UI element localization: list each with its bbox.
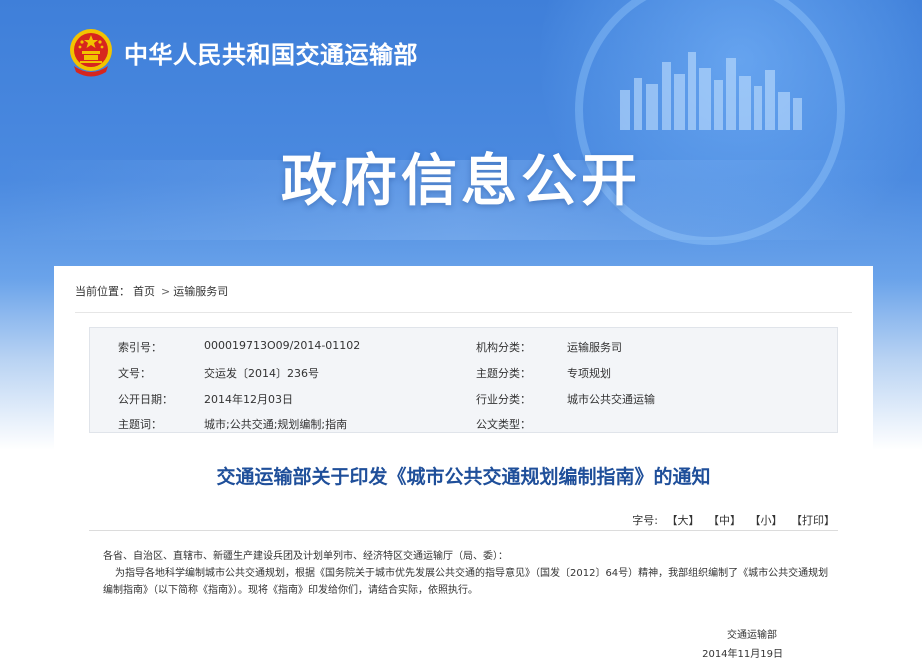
ministry-name: 中华人民共和国交通运输部 <box>124 40 418 69</box>
publish-date-value: 2014年12月03日 <box>204 393 293 406</box>
breadcrumb: 当前位置： 首页 > 运输服务司 <box>75 283 231 299</box>
font-size-medium-button[interactable]: 【中】 <box>708 514 741 527</box>
font-size-toolbar: 字号: 【大】 【中】 【小】 【打印】 <box>632 512 835 528</box>
national-emblem-icon <box>70 29 112 77</box>
divider <box>75 312 852 313</box>
breadcrumb-home-link[interactable]: 首页 <box>133 285 155 298</box>
signoff-date: 2014年11月19日 <box>702 649 783 660</box>
city-skyline-icon <box>620 52 802 130</box>
industry-category-label: 行业分类： <box>476 393 531 406</box>
content-card: 当前位置： 首页 > 运输服务司 索引号： 000019713O09/2014-011… <box>54 266 873 662</box>
signoff-org: 交通运输部 <box>727 630 777 641</box>
document-body: 各省、自治区、直辖市、新疆生产建设兵团及计划单列市、经济特区交通运输厅（局、委）… <box>103 548 838 599</box>
org-category-value: 运输服务司 <box>567 341 622 354</box>
index-no-label: 索引号： <box>118 341 162 354</box>
document-title: 交通运输部关于印发《城市公共交通规划编制指南》的通知 <box>216 466 711 488</box>
org-category-label: 机构分类： <box>476 341 531 354</box>
doc-type-label: 公文类型： <box>476 418 531 431</box>
keywords-label: 主题词： <box>118 418 162 431</box>
print-button[interactable]: 【打印】 <box>791 514 835 527</box>
breadcrumb-prefix: 当前位置： <box>75 285 130 298</box>
banner-title: 政府信息公开 <box>281 149 641 214</box>
addressee: 各省、自治区、直辖市、新疆生产建设兵团及计划单列市、经济特区交通运输厅（局、委）… <box>103 551 508 562</box>
publish-date-label: 公开日期： <box>118 393 173 406</box>
font-size-large-button[interactable]: 【大】 <box>667 514 700 527</box>
topic-category-label: 主题分类： <box>476 367 531 380</box>
breadcrumb-separator: > <box>161 285 171 298</box>
site-logo[interactable]: 中华人民共和国交通运输部 <box>66 26 418 78</box>
divider <box>89 530 838 531</box>
doc-no-label: 文号： <box>118 367 151 380</box>
keywords-value: 城市;公共交通;规划编制;指南 <box>204 418 348 431</box>
breadcrumb-department-link[interactable]: 运输服务司 <box>173 285 228 298</box>
doc-no-value: 交运发〔2014〕236号 <box>204 367 319 380</box>
font-size-label: 字号: <box>632 514 658 527</box>
industry-category-value: 城市公共交通运输 <box>567 393 655 406</box>
font-size-small-button[interactable]: 【小】 <box>750 514 783 527</box>
body-paragraph: 为指导各地科学编制城市公共交通规划，根据《国务院关于城市优先发展公共交通的指导意… <box>115 568 829 579</box>
body-paragraph-continued: 编制指南》（以下简称《指南》）。现将《指南》印发给你们，请结合实际，依照执行。 <box>103 585 478 596</box>
document-metadata-table: 索引号： 000019713O09/2014-01102 机构分类： 运输服务司… <box>89 327 838 433</box>
index-no-value: 000019713O09/2014-01102 <box>204 339 361 352</box>
signoff: 交通运输部 2014年11月19日 <box>702 626 783 662</box>
topic-category-value: 专项规划 <box>567 367 611 380</box>
